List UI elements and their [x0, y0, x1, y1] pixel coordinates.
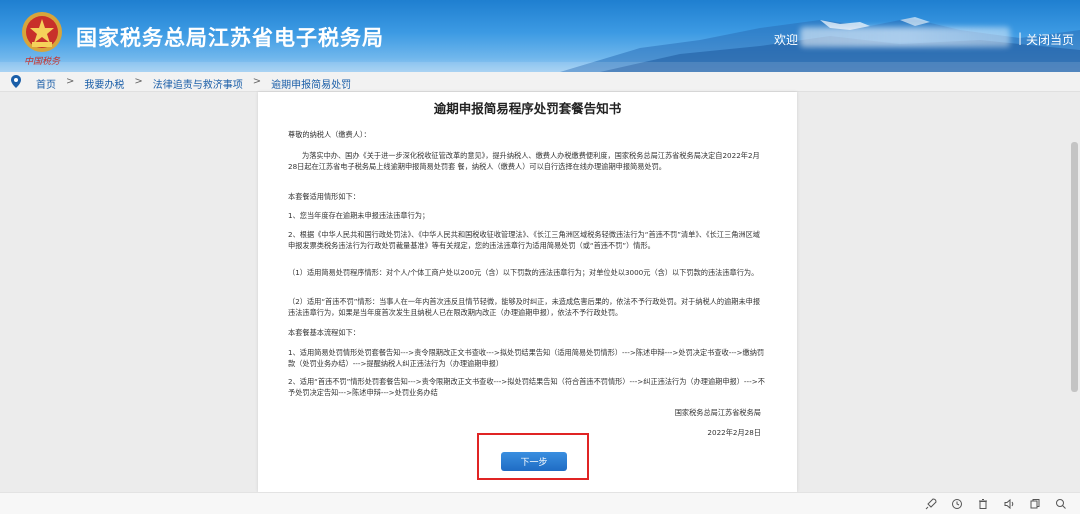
site-title: 国家税务总局江苏省电子税务局	[76, 26, 384, 50]
next-step-button[interactable]: 下一步	[501, 452, 567, 471]
close-page-link[interactable]: 关闭当页	[1026, 31, 1074, 48]
bottom-toolbar	[0, 492, 1080, 514]
process-heading: 本套餐基本流程如下：	[288, 328, 360, 337]
welcome-text: 欢迎	[774, 33, 799, 47]
document-title: 逾期申报简易程序处罚套餐告知书	[433, 101, 622, 116]
speaker-icon[interactable]	[1003, 498, 1015, 510]
notice-document: 逾期申报简易程序处罚套餐告知书 尊敬的纳税人（缴费人）： 为落实中办、国办《关于…	[258, 92, 797, 492]
site-header: 中国税务 国家税务总局江苏省电子税务局 欢迎 | 关闭当页	[0, 0, 1080, 72]
tax-emblem-icon	[22, 12, 62, 52]
trash-icon[interactable]	[977, 498, 989, 510]
intro-paragraph: 为落实中办、国办《关于进一步深化税收征管改革的意见》，提升纳税人、缴费人办税缴费…	[288, 151, 760, 171]
history-icon[interactable]	[951, 498, 963, 510]
svg-text:中国税务: 中国税务	[24, 56, 61, 66]
breadcrumb: 首页 > 我要办税 > 法律追责与救济事项 > 逾期申报简易处罚	[0, 72, 1080, 92]
rocket-icon[interactable]	[925, 498, 937, 510]
copy-icon[interactable]	[1029, 498, 1041, 510]
scope-item-3: （1）适用简易处罚程序情形：对个人/个体工商户处以200元（含）以下罚款的违法违…	[288, 268, 759, 277]
breadcrumb-separator: >	[66, 76, 75, 87]
emblem-calligraphy: 中国税务	[24, 56, 61, 66]
breadcrumb-overdue-penalty[interactable]: 逾期申报简易处罚	[271, 76, 351, 91]
search-icon[interactable]	[1055, 498, 1067, 510]
breadcrumb-legal-remedy[interactable]: 法律追责与救济事项	[153, 76, 243, 91]
breadcrumb-separator: >	[252, 76, 262, 87]
breadcrumb-home[interactable]: 首页	[36, 76, 56, 91]
greeting: 尊敬的纳税人（缴费人）：	[288, 130, 371, 139]
scope-item-1: 1、您当年度存在逾期未申报违法违章行为；	[288, 211, 430, 220]
breadcrumb-separator: >	[134, 76, 143, 87]
document-date: 2022年2月28日	[707, 428, 761, 437]
signature: 国家税务总局江苏省税务局	[674, 408, 761, 417]
header-separator: |	[1018, 31, 1023, 45]
scope-item-4: （2）适用“首违不罚”情形：当事人在一年内首次违反且情节轻微，能够及时纠正，未造…	[288, 297, 761, 317]
process-item-1: 1、适用简易处罚情形处罚套餐告知--->责令限期改正文书查收--->拟处罚结果告…	[288, 348, 765, 368]
process-item-2: 2、适用“首违不罚”情形处罚套餐告知--->责令限期改正文书查收--->拟处罚结…	[288, 377, 765, 397]
scope-item-2: 2、根据《中华人民共和国行政处罚法》、《中华人民共和国税收征收管理法》、《长江三…	[288, 230, 760, 250]
breadcrumb-tax-services[interactable]: 我要办税	[84, 76, 124, 91]
username-blurred	[800, 27, 1010, 47]
scope-heading: 本套餐适用情形如下：	[288, 192, 360, 201]
scrollbar-thumb[interactable]	[1071, 142, 1078, 392]
vertical-scrollbar[interactable]	[1070, 92, 1080, 492]
location-pin-icon	[11, 75, 21, 88]
